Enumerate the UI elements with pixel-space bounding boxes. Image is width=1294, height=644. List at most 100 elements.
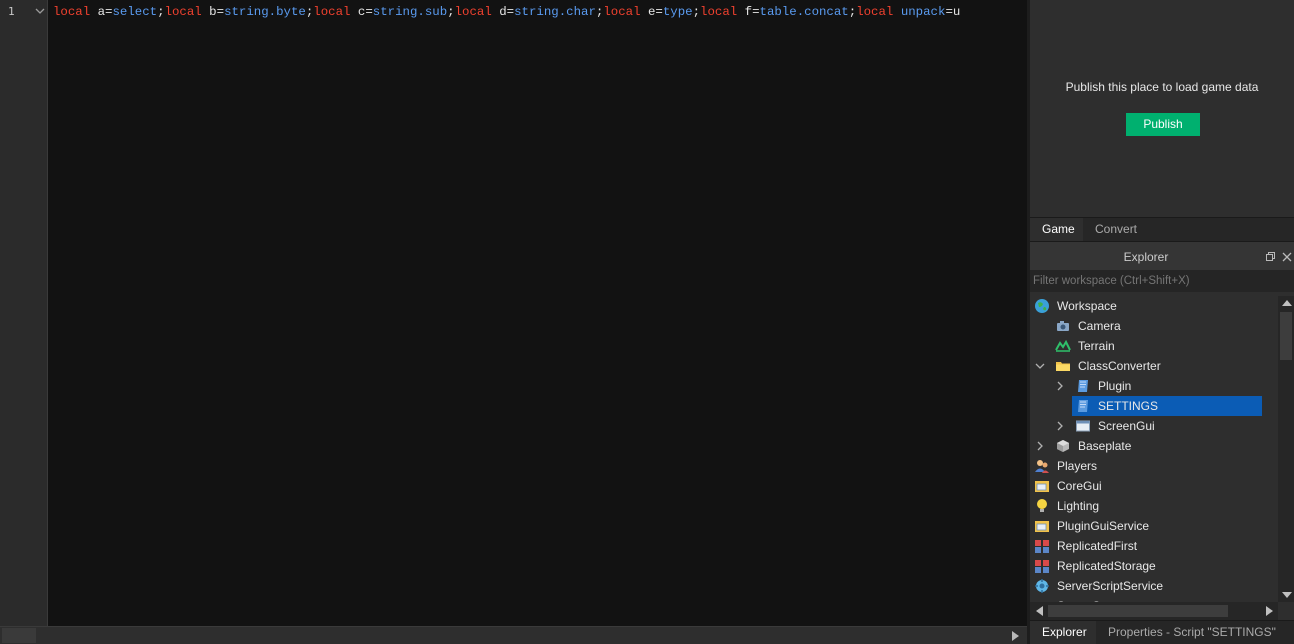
publish-button[interactable]: Publish [1126, 113, 1200, 136]
tree-item-label: SETTINGS [1098, 399, 1159, 413]
bottom-tab-bar: Explorer Properties - Script "SETTINGS" [1030, 620, 1294, 644]
scroll-right-arrow-icon[interactable] [1012, 631, 1019, 641]
restore-window-icon[interactable] [1266, 252, 1275, 261]
tree-item-label: ServerScriptService [1057, 579, 1164, 593]
explorer-tree[interactable]: Workspace Camera Terrain ClassConverter Plug… [1030, 296, 1278, 602]
code-text: b= [201, 5, 225, 19]
code-builtin: type [662, 5, 693, 19]
tree-item-settings[interactable]: SETTINGS [1030, 396, 1278, 416]
tree-item-label: CoreGui [1057, 479, 1102, 493]
code-text: d= [491, 5, 515, 19]
chevron-down-icon[interactable] [35, 6, 45, 16]
scrollbar-thumb[interactable] [1048, 605, 1228, 617]
scrollbar-thumb[interactable] [1280, 312, 1292, 360]
tree-item-label: ClassConverter [1078, 359, 1161, 373]
explorer-vertical-scrollbar[interactable] [1278, 296, 1294, 602]
script-editor[interactable]: 1 local a=select;local b=string.byte;loc… [0, 0, 1027, 644]
tree-item-screengui[interactable]: ScreenGui [1030, 416, 1278, 436]
tree-item-label: Lighting [1057, 499, 1100, 513]
code-text: =u [945, 5, 961, 19]
tree-item-replicatedstorage[interactable]: ReplicatedStorage [1030, 556, 1278, 576]
code-line[interactable]: local a=select;local b=string.byte;local… [53, 4, 1025, 20]
scroll-right-arrow-icon[interactable] [1266, 606, 1273, 616]
tree-item-label: Players [1057, 459, 1098, 473]
code-keyword: local [603, 5, 641, 19]
line-gutter: 1 [0, 0, 48, 626]
tree-item-baseplate[interactable]: Baseplate [1030, 436, 1278, 456]
script-icon [1078, 380, 1088, 392]
scroll-down-arrow-icon[interactable] [1282, 592, 1292, 598]
tree-item-label: Plugin [1098, 379, 1132, 393]
globe-icon [1035, 299, 1049, 313]
code-builtin: select [112, 5, 158, 19]
core-gui-icon [1035, 521, 1049, 532]
code-text: e= [640, 5, 663, 19]
chevron-right-icon[interactable] [1055, 381, 1065, 391]
code-keyword: local [164, 5, 202, 19]
code-builtin: table.concat [759, 5, 849, 19]
code-keyword: local [313, 5, 351, 19]
scroll-left-arrow-icon[interactable] [1036, 606, 1043, 616]
scroll-up-arrow-icon[interactable] [1282, 300, 1292, 306]
code-text: ; [692, 5, 701, 19]
tab-game[interactable]: Game [1030, 218, 1083, 242]
tree-item-replicatedfirst[interactable]: ReplicatedFirst [1030, 536, 1278, 556]
camera-icon [1057, 321, 1069, 331]
code-builtin: string.sub [372, 5, 448, 19]
server-script-icon [1035, 579, 1049, 593]
explorer-header: Explorer [1030, 242, 1294, 270]
tree-item-coregui[interactable]: CoreGui [1030, 476, 1278, 496]
tab-explorer[interactable]: Explorer [1030, 621, 1096, 644]
tree-item-label: Camera [1078, 319, 1121, 333]
tree-item-label: PluginGuiService [1057, 519, 1150, 533]
editor-horizontal-scrollbar[interactable] [0, 626, 1027, 644]
players-icon [1035, 460, 1049, 473]
top-tab-bar: Game Convert [1030, 217, 1294, 242]
explorer-filter-input[interactable] [1030, 270, 1294, 292]
studio-window: 1 local a=select;local b=string.byte;loc… [0, 0, 1294, 644]
code-builtin: string.char [514, 5, 596, 19]
tree-item-classconverter[interactable]: ClassConverter [1030, 356, 1278, 376]
tree-item-workspace[interactable]: Workspace [1030, 296, 1278, 316]
tree-item-label: Workspace [1057, 299, 1117, 313]
code-builtin: string.byte [224, 5, 306, 19]
tree-item-serverscriptservice[interactable]: ServerScriptService [1030, 576, 1278, 596]
code-text: f= [737, 5, 760, 19]
tree-item-plugin[interactable]: Plugin [1030, 376, 1278, 396]
tree-item-label: Baseplate [1078, 439, 1132, 453]
code-keyword: local [454, 5, 492, 19]
tree-item-pluginguiservice[interactable]: PluginGuiService [1030, 516, 1278, 536]
tree-item-label: ScreenGui [1098, 419, 1155, 433]
line-number: 1 [8, 5, 15, 18]
code-text: ; [447, 5, 455, 19]
explorer-horizontal-scrollbar[interactable] [1030, 602, 1278, 620]
explorer-panel: Explorer Workspace Camera Terrain ClassConv… [1030, 241, 1294, 620]
part-icon [1057, 440, 1069, 452]
tree-item-players[interactable]: Players [1030, 456, 1278, 476]
code-text: ; [157, 5, 165, 19]
close-icon[interactable] [1282, 252, 1292, 262]
chevron-right-icon[interactable] [1035, 441, 1045, 451]
tree-item-camera[interactable]: Camera [1030, 316, 1278, 336]
tree-item-terrain[interactable]: Terrain [1030, 336, 1278, 356]
screen-gui-icon [1076, 420, 1090, 432]
tab-properties[interactable]: Properties - Script "SETTINGS" [1096, 621, 1288, 644]
code-text: a= [90, 5, 113, 19]
terrain-icon [1055, 339, 1071, 352]
core-gui-icon [1035, 481, 1049, 492]
explorer-title: Explorer [1123, 250, 1169, 264]
code-builtin: unpack [900, 5, 946, 19]
chevron-right-icon[interactable] [1055, 421, 1065, 431]
code-keyword: local [53, 5, 91, 19]
scrollbar-thumb[interactable] [2, 628, 36, 643]
tree-item-label: ReplicatedStorage [1057, 559, 1156, 573]
tree-item-label: ReplicatedFirst [1057, 539, 1138, 553]
lightbulb-icon [1037, 499, 1047, 512]
tab-convert[interactable]: Convert [1083, 218, 1149, 242]
tree-item-label: Terrain [1078, 339, 1115, 353]
publish-message: Publish this place to load game data [1065, 80, 1259, 94]
tree-item-lighting[interactable]: Lighting [1030, 496, 1278, 516]
replicated-icon [1035, 560, 1049, 573]
code-keyword: local [856, 5, 894, 19]
chevron-down-icon[interactable] [1035, 361, 1045, 371]
